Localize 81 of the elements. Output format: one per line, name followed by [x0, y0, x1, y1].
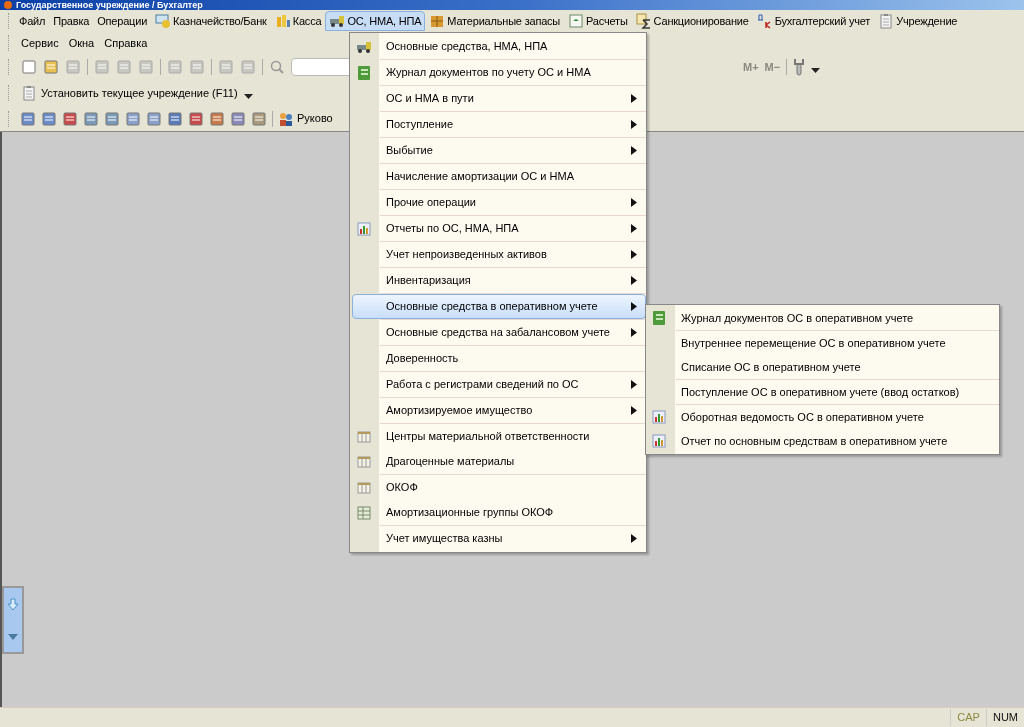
table-icon [356, 504, 372, 521]
menu-entry[interactable]: Внутреннее перемещение ОС в оперативном учете [648, 331, 999, 355]
journal-icon [651, 310, 667, 326]
menu-entry[interactable]: ОКОФ [352, 475, 646, 500]
columns-icon [356, 479, 372, 496]
submenu-arrow-icon [631, 534, 637, 543]
columns-icon [356, 453, 372, 470]
submenu-arrow-icon [631, 380, 637, 389]
wrench-icon[interactable] [793, 58, 806, 76]
people-icon [278, 110, 294, 127]
menu-entry[interactable]: Работа с регистрами сведений по ОС [352, 372, 646, 397]
menu-entry[interactable]: Поступление [352, 112, 646, 137]
menu-entry[interactable]: Центры материальной ответственности [352, 424, 646, 449]
window-title: Государственное учреждение / Бухгалтер [16, 0, 203, 10]
menu-item[interactable]: Файл [15, 11, 50, 31]
menu-entry[interactable]: Основные средства, НМА, НПА [352, 34, 646, 59]
submenu-arrow-icon [631, 146, 637, 155]
menu-entry[interactable]: Драгоценные материалы [352, 449, 646, 474]
menu-entry[interactable]: Оборотная ведомость ОС в оперативном учете [648, 405, 999, 429]
menu-entry[interactable]: Прочие операции [352, 190, 646, 215]
coins-icon [274, 13, 291, 29]
menu-entry[interactable]: Списание ОС в оперативном учете [648, 355, 999, 379]
submenu-arrow-icon [631, 120, 637, 129]
manager-button[interactable]: Руково [278, 110, 333, 127]
menu-entry[interactable]: Отчет по основным средствам в оперативном учете [648, 429, 999, 453]
chart-icon [356, 220, 372, 237]
submenu-arrow-icon [631, 328, 637, 337]
submenu-arrow-icon [631, 302, 637, 311]
caret-icon[interactable] [811, 68, 821, 74]
menu-item[interactable]: Операции [93, 11, 152, 31]
menu-entry[interactable]: Журнал документов ОС в оперативном учете [648, 306, 999, 330]
columns-icon [356, 428, 372, 445]
down-arrow-icon[interactable] [7, 598, 19, 612]
menu-item[interactable]: Расчеты [564, 11, 632, 31]
menu-item[interactable]: Казначейство/Банк [151, 11, 271, 31]
truck-icon [329, 13, 346, 29]
app-icon [4, 1, 12, 9]
menu-entry[interactable]: Учет непроизведенных активов [352, 242, 646, 267]
sigma-icon [635, 13, 652, 29]
menu-item[interactable]: Материальные запасы [425, 11, 565, 31]
menu-entry[interactable]: Инвентаризация [352, 268, 646, 293]
menu-entry[interactable]: Основные средства в оперативном учете [352, 294, 646, 319]
submenu-arrow-icon [631, 94, 637, 103]
menu-item[interactable]: Правка [49, 11, 94, 31]
menu-entry[interactable]: ОС и НМА в пути [352, 86, 646, 111]
clipboard-icon [878, 13, 895, 29]
document-icon [568, 13, 585, 29]
submenu-arrow-icon [631, 198, 637, 207]
status-indicator: NUM [985, 709, 1024, 726]
submenu-arrow-icon [631, 276, 637, 285]
clipboard-icon [21, 85, 37, 101]
menu-entry[interactable]: Поступление ОС в оперативном учете (ввод остатков) [648, 380, 999, 404]
menu-item[interactable]: Окна [64, 34, 99, 52]
submenu-arrow-icon [631, 406, 637, 415]
submenu-arrow-icon [631, 224, 637, 233]
menu-entry[interactable]: Отчеты по ОС, НМА, НПА [352, 216, 646, 241]
caret-icon[interactable] [243, 94, 253, 100]
status-indicator: CAP [950, 709, 986, 726]
debit-credit-icon [756, 13, 773, 29]
menu-entry[interactable]: Амортизационные группы ОКОФ [352, 500, 646, 525]
menu-item[interactable]: Сервис [17, 34, 63, 52]
chart-icon [651, 409, 667, 425]
menu-item[interactable]: Санкционирование [631, 11, 753, 31]
menu-item[interactable]: Касса [270, 11, 326, 31]
menu-entry[interactable]: Журнал документов по учету ОС и НМА [352, 60, 646, 85]
menu-item[interactable]: Бухгалтерский учет [752, 11, 875, 31]
menu-entry[interactable]: Начисление амортизации ОС и НМА [352, 164, 646, 189]
menu-entry[interactable]: Основные средства на забалансовом учете [352, 320, 646, 345]
chart-icon [651, 433, 667, 449]
menu-item[interactable]: Учреждение [874, 11, 962, 31]
coins-card-icon [155, 13, 172, 29]
set-institution-button[interactable]: Установить текущее учреждение (F11) [21, 84, 238, 102]
menu-entry[interactable]: Амортизируемое имущество [352, 398, 646, 423]
boxes-icon [429, 13, 446, 29]
menu-entry[interactable]: Доверенность [352, 346, 646, 371]
menu-item[interactable]: ОС, НМА, НПА [325, 11, 426, 31]
submenu-arrow-icon [631, 250, 637, 259]
search-icon[interactable] [269, 59, 285, 75]
menu-item[interactable]: Справка [100, 34, 152, 52]
menu-entry[interactable]: Учет имущества казны [352, 526, 646, 551]
menu-entry[interactable]: Выбытие [352, 138, 646, 163]
